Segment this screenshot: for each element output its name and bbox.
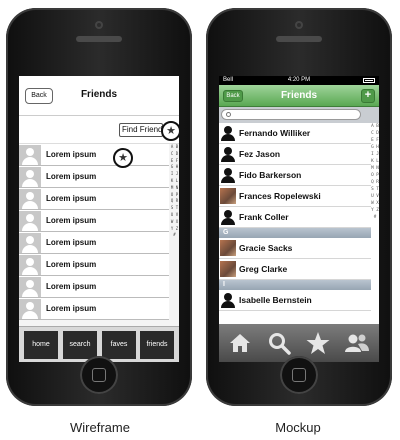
person-silhouette-icon: [220, 146, 236, 162]
page-title: Friends: [80, 89, 118, 100]
list-item[interactable]: Lorem ipsum: [19, 254, 169, 276]
alphabet-index[interactable]: A B C D E F G H I J K L M N O P Q R S T …: [170, 144, 179, 326]
status-time: 4:20 PM: [287, 77, 311, 83]
section-header: I: [219, 280, 371, 290]
list-item-label: Lorem ipsum: [46, 238, 97, 247]
person-silhouette-icon: [220, 125, 236, 141]
friends-icon[interactable]: [344, 330, 370, 356]
contact-name: Frances Ropelewski: [239, 191, 321, 201]
star-icon[interactable]: ★: [161, 121, 179, 141]
list-item-label: Lorem ipsum: [46, 282, 97, 291]
star-icon[interactable]: ★: [113, 148, 133, 168]
avatar-placeholder-icon: [19, 255, 41, 275]
person-silhouette-icon: [220, 292, 236, 308]
list-item-label: Lorem ipsum: [46, 172, 97, 181]
star-icon[interactable]: [305, 330, 331, 356]
list-item[interactable]: Fido Barkerson: [219, 165, 371, 186]
tab-search[interactable]: search: [63, 331, 97, 359]
list-item-label: Lorem ipsum: [46, 304, 97, 313]
contact-name: Fido Barkerson: [239, 170, 302, 180]
list-item[interactable]: Greg Clarke: [219, 259, 371, 280]
home-hardware-button[interactable]: [80, 356, 118, 394]
contact-name: Fernando Williker: [239, 128, 311, 138]
wireframe-phone: Back Friends Find Friends Lorem ipsum Lo…: [6, 8, 192, 406]
contact-name: Greg Clarke: [239, 264, 288, 274]
avatar-placeholder-icon: [19, 299, 41, 319]
avatar-placeholder-icon: [19, 145, 41, 165]
list-item[interactable]: Gracie Sacks: [219, 238, 371, 259]
contact-name: Isabelle Bernstein: [239, 295, 312, 305]
camera: [95, 21, 103, 29]
nav-bar: Back Friends +: [219, 85, 379, 107]
earpiece: [276, 36, 322, 42]
person-silhouette-icon: [220, 209, 236, 225]
avatar-placeholder-icon: [19, 167, 41, 187]
list-item[interactable]: Lorem ipsum: [19, 298, 169, 320]
contact-name: Fez Jason: [239, 149, 281, 159]
list-item[interactable]: Isabelle Bernstein: [219, 290, 371, 311]
avatar-placeholder-icon: [19, 233, 41, 253]
battery-icon: [363, 78, 375, 83]
contact-name: Frank Coller: [239, 212, 289, 222]
search-icon: [226, 112, 231, 117]
list-item[interactable]: Lorem ipsum: [19, 276, 169, 298]
contact-name: Gracie Sacks: [239, 243, 293, 253]
list-item-label: Lorem ipsum: [46, 194, 97, 203]
list-item[interactable]: Lorem ipsum: [19, 144, 169, 166]
nav-bar: Back Friends: [19, 76, 179, 116]
wireframe-screen: Back Friends Find Friends Lorem ipsum Lo…: [19, 76, 179, 362]
add-friend-button[interactable]: +: [361, 89, 375, 103]
list-item-label: Lorem ipsum: [46, 150, 97, 159]
person-silhouette-icon: [220, 167, 236, 183]
avatar-placeholder-icon: [19, 277, 41, 297]
list-item[interactable]: Fernando Williker: [219, 123, 371, 144]
avatar-placeholder-icon: [19, 189, 41, 209]
alphabet-index[interactable]: A B C D E F G H I J K L M N O P Q R S T …: [371, 123, 379, 305]
home-hardware-button[interactable]: [280, 356, 318, 394]
camera: [295, 21, 303, 29]
list-item-label: Lorem ipsum: [46, 216, 97, 225]
list-item[interactable]: Fez Jason: [219, 144, 371, 165]
list-item[interactable]: Lorem ipsum: [19, 166, 169, 188]
list-item[interactable]: Frances Ropelewski: [219, 186, 371, 207]
mockup-screen: Bell 4:20 PM Back Friends + Fernando Wil…: [219, 76, 379, 362]
list-item-label: Lorem ipsum: [46, 260, 97, 269]
friends-list: Lorem ipsum Lorem ipsum Lorem ipsum Lore…: [19, 144, 169, 320]
list-item[interactable]: Lorem ipsum: [19, 188, 169, 210]
page-title: Friends: [280, 90, 318, 101]
list-item[interactable]: Lorem ipsum: [19, 232, 169, 254]
home-icon[interactable]: [227, 330, 253, 356]
find-row: Find Friends: [19, 116, 179, 144]
search-input[interactable]: [221, 109, 361, 120]
list-item[interactable]: Frank Coller: [219, 207, 371, 228]
search-bar: [219, 107, 379, 123]
contact-photo: [220, 188, 236, 204]
caption-wireframe: Wireframe: [70, 420, 130, 435]
mockup-phone: Bell 4:20 PM Back Friends + Fernando Wil…: [206, 8, 392, 406]
tab-faves[interactable]: faves: [102, 331, 136, 359]
tab-friends[interactable]: friends: [140, 331, 174, 359]
find-friends-button[interactable]: Find Friends: [119, 123, 163, 137]
avatar-placeholder-icon: [19, 211, 41, 231]
contact-photo: [220, 261, 236, 277]
caption-mockup: Mockup: [275, 420, 321, 435]
contacts-list: Fernando Williker Fez Jason Fido Barkers…: [219, 123, 371, 311]
search-icon[interactable]: [266, 330, 292, 356]
list-item[interactable]: Lorem ipsum: [19, 210, 169, 232]
section-header: G: [219, 228, 371, 238]
status-bar: Bell 4:20 PM: [219, 76, 379, 85]
earpiece: [76, 36, 122, 42]
contact-photo: [220, 240, 236, 256]
tab-home[interactable]: home: [24, 331, 58, 359]
